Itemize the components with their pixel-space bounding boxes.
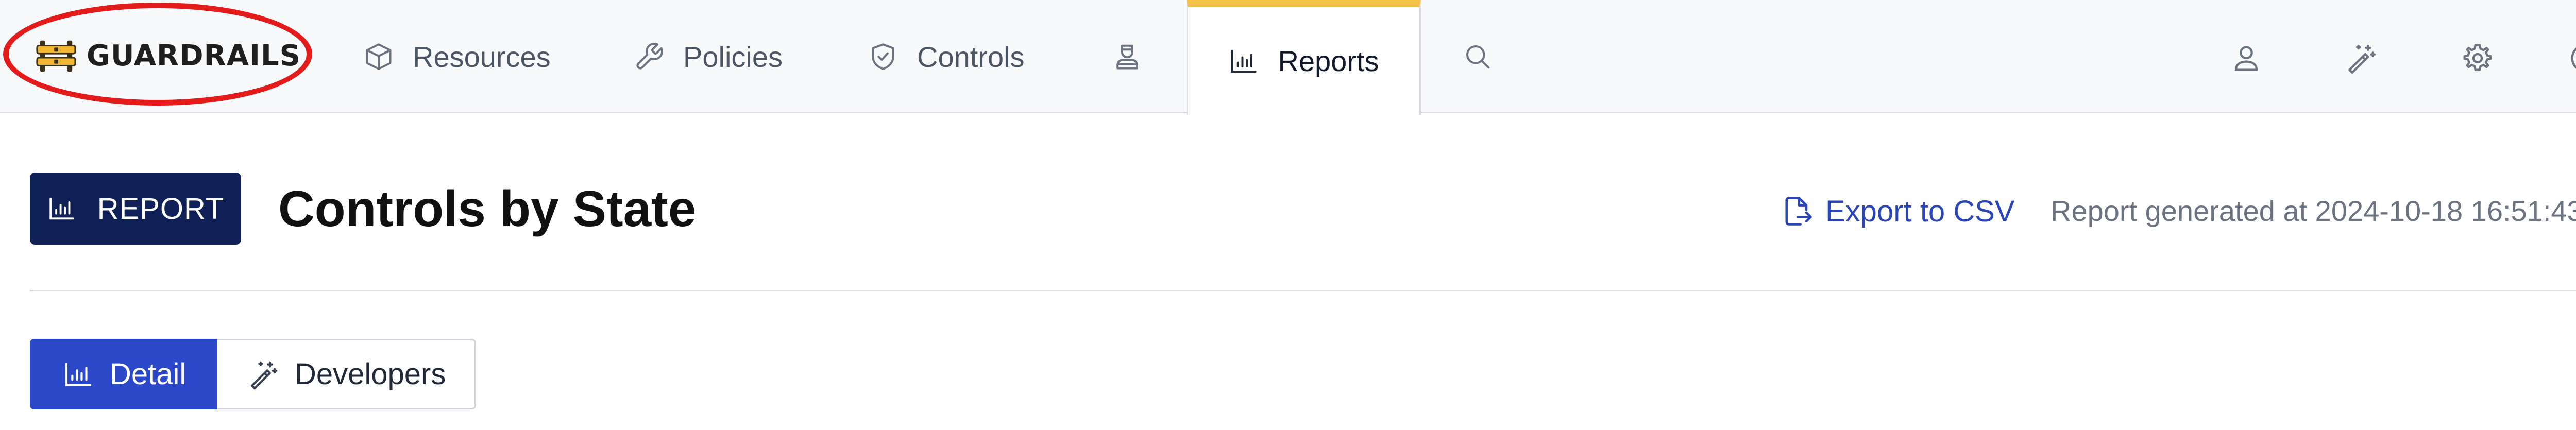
tab-detail[interactable]: Detail bbox=[30, 339, 217, 409]
report-generated-timestamp: Report generated at 2024-10-18 16:51:43 bbox=[2050, 195, 2576, 227]
logo-text: GUARDRAILS bbox=[87, 39, 301, 73]
header-divider bbox=[30, 290, 2576, 291]
gear-icon bbox=[2463, 44, 2492, 71]
nav-item-search[interactable] bbox=[1462, 0, 1512, 113]
bar-chart-icon bbox=[1231, 49, 1257, 73]
account-menu-button[interactable] bbox=[2568, 41, 2576, 75]
nav-item-resources[interactable]: Resources bbox=[363, 0, 551, 113]
nav-item-agent[interactable] bbox=[1112, 0, 1161, 113]
report-view-tabs: Detail Developers bbox=[30, 339, 476, 409]
export-csv-link[interactable]: Export to CSV bbox=[1780, 191, 2014, 232]
export-csv-label: Export to CSV bbox=[1825, 194, 2015, 228]
nav-item-label: Reports bbox=[1278, 45, 1379, 77]
nav-item-policies[interactable]: Policies bbox=[634, 0, 783, 113]
magic-wand-icon bbox=[2348, 44, 2376, 74]
top-navigation: GUARDRAILS Resources Policies Controls R… bbox=[0, 0, 2576, 115]
bar-chart-icon bbox=[49, 197, 74, 220]
user-button[interactable] bbox=[2229, 41, 2263, 75]
magic-wand-button[interactable] bbox=[2344, 41, 2378, 75]
magic-wand-icon bbox=[250, 361, 278, 389]
page-title: Controls by State bbox=[278, 180, 697, 237]
search-icon bbox=[1466, 45, 1490, 69]
tab-developers[interactable]: Developers bbox=[217, 339, 476, 409]
user-icon bbox=[2234, 46, 2258, 71]
nav-item-label: Policies bbox=[683, 40, 783, 73]
guardrails-logo[interactable]: GUARDRAILS bbox=[36, 34, 301, 77]
report-badge: REPORT bbox=[30, 173, 241, 245]
report-badge-label: REPORT bbox=[97, 192, 225, 226]
chevron-down-circle-icon bbox=[2571, 47, 2576, 69]
cube-icon bbox=[366, 43, 392, 70]
nav-item-reports[interactable]: Reports bbox=[1187, 0, 1421, 115]
nav-item-controls[interactable]: Controls bbox=[868, 0, 1025, 113]
nav-item-label: Controls bbox=[917, 40, 1025, 73]
shield-check-icon bbox=[872, 43, 894, 70]
file-export-icon bbox=[1785, 197, 1812, 226]
nav-item-label: Resources bbox=[413, 40, 551, 73]
tab-label: Developers bbox=[295, 357, 446, 391]
guardrails-logo-icon bbox=[36, 40, 76, 72]
settings-button[interactable] bbox=[2461, 41, 2495, 75]
bar-chart-icon bbox=[65, 362, 92, 386]
wrench-icon bbox=[636, 43, 663, 70]
agent-icon bbox=[1116, 44, 1138, 70]
tab-label: Detail bbox=[110, 357, 187, 391]
